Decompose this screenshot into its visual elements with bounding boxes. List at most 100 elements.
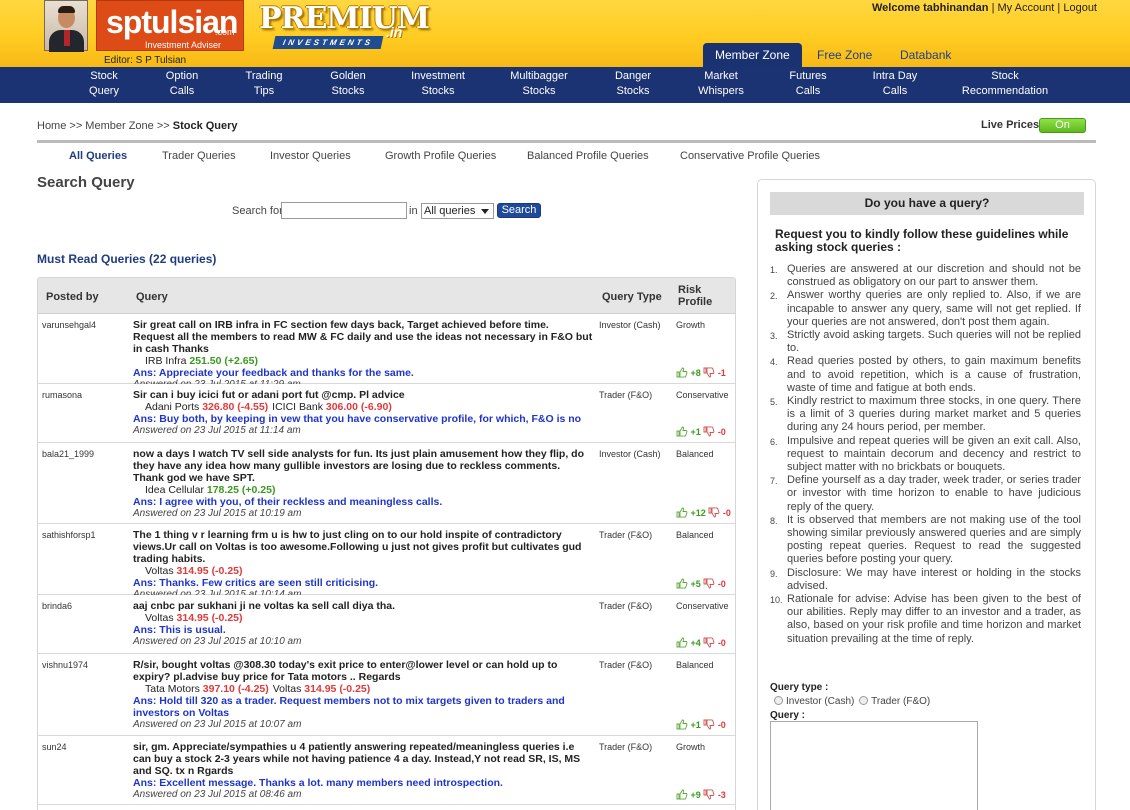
ticker-name[interactable]: Idea Cellular — [145, 484, 204, 496]
thumbs-up-icon[interactable] — [676, 426, 688, 437]
table-row: brinda6 aaj cnbc par sukhani ji ne voltas… — [38, 595, 735, 654]
answered-timestamp: Answered on 23 Jul 2015 at 08:46 am — [133, 789, 302, 800]
ticker-name[interactable]: Voltas — [145, 565, 174, 577]
radio-trader-fo-label[interactable]: Trader (F&O) — [871, 696, 930, 707]
ticker-name[interactable]: Adani Ports — [145, 401, 199, 413]
tab-conservative-profile-queries[interactable]: Conservative Profile Queries — [680, 150, 820, 162]
ticker-name[interactable]: ICICI Bank — [272, 401, 323, 413]
answer-text: Ans: Excellent message. Thanks a lot. ma… — [133, 777, 503, 789]
divider — [37, 140, 1096, 143]
sptulsian-logo[interactable]: sptulsian .com Investment Adviser — [96, 0, 244, 51]
guideline-item: 1. Queries are answered at our discretion… — [770, 263, 1081, 289]
live-prices-label: Live Prices — [981, 119, 1040, 131]
nav-danger-stocks[interactable]: Danger Stocks — [615, 69, 651, 99]
query-text: now a days I watch TV sell side analysts… — [133, 448, 585, 484]
col-posted-by: Posted by — [46, 291, 99, 303]
nav-trading-tips[interactable]: Trading Tips — [246, 69, 283, 99]
nav-stock-query[interactable]: Stock Query — [89, 69, 119, 99]
guideline-text: Disclosure: We may have interest or hold… — [787, 566, 1081, 592]
live-prices-toggle[interactable]: On — [1039, 118, 1086, 133]
stock-tickers: Adani Ports 326.80 (-4.55) ICICI Bank 306… — [145, 401, 593, 413]
thumbs-up-icon[interactable] — [676, 719, 688, 730]
ticker-name[interactable]: Tata Motors — [145, 683, 200, 695]
nav-golden-stocks[interactable]: Golden Stocks — [330, 69, 365, 99]
vote-controls: +1 -0 — [676, 719, 726, 730]
logout-link[interactable]: Logout — [1063, 2, 1097, 14]
nav-intra-day-calls[interactable]: Intra Day Calls — [873, 69, 918, 99]
guideline-text: It is observed that members are not maki… — [787, 513, 1081, 566]
search-scope-select[interactable]: All queries — [421, 203, 494, 219]
posted-by-user[interactable]: sathishforsp1 — [42, 530, 96, 540]
vote-controls: +5 -0 — [676, 578, 726, 589]
tab-trader-queries[interactable]: Trader Queries — [162, 150, 236, 162]
guidelines-intro: Request you to kindly follow these guide… — [775, 227, 1069, 254]
tab-growth-profile-queries[interactable]: Growth Profile Queries — [385, 150, 496, 162]
ticker-name[interactable]: IRB Infra — [145, 355, 186, 367]
posted-by-user[interactable]: bala21_1999 — [42, 449, 94, 459]
thumbs-down-icon[interactable] — [703, 367, 715, 378]
guideline-text: Queries are answered at our discretion a… — [787, 263, 1081, 289]
search-input[interactable] — [281, 202, 407, 219]
vote-controls: +1 -0 — [676, 426, 726, 437]
posted-by-user[interactable]: vishnu1974 — [42, 660, 88, 670]
tab-databank[interactable]: Databank — [900, 43, 951, 67]
query-textarea[interactable] — [770, 721, 978, 810]
nav-stock-recommendation[interactable]: Stock Recommendation — [962, 69, 1048, 99]
thumbs-down-icon[interactable] — [703, 426, 715, 437]
tab-all-queries[interactable]: All Queries — [69, 150, 127, 162]
thumbs-up-icon[interactable] — [676, 578, 688, 589]
thumbs-down-icon[interactable] — [703, 637, 715, 648]
nav-market-whispers[interactable]: Market Whispers — [698, 69, 744, 99]
thumbs-up-icon[interactable] — [676, 789, 688, 800]
table-header: Posted by Query Query Type Risk Profile — [38, 278, 735, 314]
guideline-item: 2. Answer worthy queries are only replied… — [770, 289, 1081, 329]
nav-futures-calls[interactable]: Futures Calls — [789, 69, 826, 99]
breadcrumb-trail[interactable]: Home >> Member Zone >> — [37, 120, 173, 132]
thumbs-down-icon[interactable] — [703, 789, 715, 800]
downvote-count: -0 — [717, 638, 726, 648]
ticker-name[interactable]: Voltas — [273, 683, 302, 695]
posted-by-user[interactable]: varunsehgal4 — [42, 320, 96, 330]
nav-investment-stocks[interactable]: Investment Stocks — [411, 69, 465, 99]
posted-by-user[interactable]: sun24 — [42, 742, 67, 752]
thumbs-down-icon[interactable] — [703, 719, 715, 730]
ticker-price: 314.95 (-0.25) — [304, 683, 371, 695]
premium-investments-logo[interactable]: PREMIUM .in INVESTMENTS — [256, 0, 430, 51]
thumbs-up-icon[interactable] — [676, 637, 688, 648]
thumbs-up-icon[interactable] — [676, 507, 688, 518]
ticker-name[interactable]: Voltas — [145, 612, 174, 624]
thumbs-down-icon[interactable] — [703, 578, 715, 589]
nav-option-calls[interactable]: Option Calls — [166, 69, 198, 99]
table-row: bala21_1999 now a days I watch TV sell si… — [38, 443, 735, 524]
site-header: sptulsian .com Investment Adviser Editor… — [0, 0, 1130, 67]
thumbs-up-icon[interactable] — [676, 367, 688, 378]
radio-investor-cash[interactable] — [774, 696, 783, 705]
risk-profile: Balanced — [676, 449, 714, 459]
posted-by-user[interactable]: brinda6 — [42, 601, 72, 611]
search-button[interactable]: Search — [497, 203, 541, 218]
risk-profile: Balanced — [676, 530, 714, 540]
guideline-text: Rationale for advise: Advise has been gi… — [787, 593, 1081, 645]
guideline-number: 2. — [770, 291, 778, 302]
tab-member-zone[interactable]: Member Zone — [703, 43, 802, 67]
thumbs-down-icon[interactable] — [708, 507, 720, 518]
answer-text: Ans: Thanks. Few critics are seen still … — [133, 577, 379, 589]
nav-multibagger-stocks[interactable]: Multibagger Stocks — [510, 69, 567, 99]
radio-trader-fo[interactable] — [859, 696, 869, 705]
guideline-number: 9. — [770, 568, 778, 579]
col-query-type: Query Type — [602, 291, 662, 303]
answer-text: Ans: This is usual. — [133, 624, 226, 636]
query-body: aaj cnbc par sukhani ji ne voltas ka sel… — [133, 600, 593, 648]
query-body: R/sir, bought voltas @308.30 today's exi… — [133, 659, 593, 731]
downvote-count: -0 — [717, 427, 726, 437]
posted-by-user[interactable]: rumasona — [42, 390, 82, 400]
tab-balanced-profile-queries[interactable]: Balanced Profile Queries — [527, 150, 649, 162]
tab-investor-queries[interactable]: Investor Queries — [270, 150, 351, 162]
answered-timestamp: Answered on 23 Jul 2015 at 10:19 am — [133, 508, 302, 519]
radio-investor-cash-label[interactable]: Investor (Cash) — [786, 696, 854, 707]
tab-free-zone[interactable]: Free Zone — [817, 43, 872, 67]
query-body: sir, gm. Appreciate/sympathies u 4 patie… — [133, 741, 593, 801]
guideline-number: 1. — [770, 265, 778, 275]
guideline-item: 6. Impulsive and repeat queries will be g… — [770, 435, 1081, 475]
my-account-link[interactable]: My Account — [998, 2, 1055, 14]
